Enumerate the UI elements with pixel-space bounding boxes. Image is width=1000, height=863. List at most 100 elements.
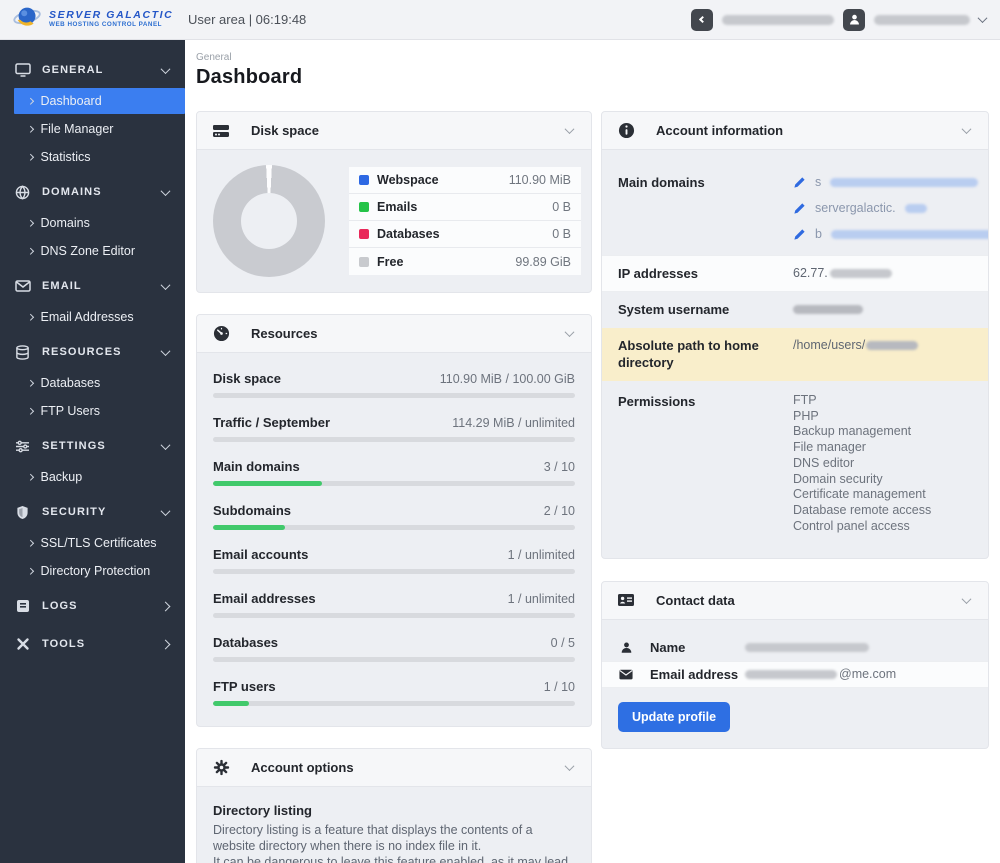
sidebar-section-security[interactable]: SECURITY [0, 496, 185, 528]
chevron-right-icon [27, 98, 33, 104]
chevron-down-icon [161, 346, 171, 356]
main-domains-row: Main domains s servergalactic. [602, 160, 988, 255]
collapse-chevron-icon[interactable] [565, 327, 575, 337]
collapse-chevron-icon[interactable] [962, 594, 972, 604]
chevron-down-icon [161, 64, 171, 74]
gear-icon [211, 759, 231, 776]
app-logo[interactable]: SERVER GALACTIC WEB HOSTING CONTROL PANE… [0, 2, 176, 37]
sidebar-item-file-manager[interactable]: File Manager [0, 116, 185, 142]
row-label: Email address [650, 667, 745, 682]
sidebar-item-label: Email Addresses [41, 310, 134, 324]
sidebar-item-backup[interactable]: Backup [0, 464, 185, 490]
legend-row-webspace: Webspace 110.90 MiB [349, 167, 581, 194]
pencil-icon [793, 228, 806, 241]
chevron-right-icon [27, 380, 33, 386]
sidebar-item-label: Backup [41, 470, 83, 484]
sidebar-section-general[interactable]: GENERAL [0, 54, 185, 86]
sidebar-section-logs[interactable]: LOGS [0, 590, 185, 622]
legend-value: 110.90 MiB [509, 173, 571, 187]
resource-row-email-addresses: Email addresses1 / unlimited [213, 591, 575, 618]
contact-name-row: Name [602, 634, 988, 661]
chevron-down-icon [161, 506, 171, 516]
domain-text: s [815, 174, 821, 191]
disk-space-card-header[interactable]: Disk space [197, 112, 591, 150]
chevron-right-icon [27, 474, 33, 480]
sidebar-item-databases[interactable]: Databases [0, 370, 185, 396]
domain-link[interactable]: s [793, 174, 989, 191]
sidebar-item-label: File Manager [41, 122, 114, 136]
sidebar-section-email[interactable]: EMAIL [0, 270, 185, 302]
chevron-right-icon [27, 568, 33, 574]
account-options-card-header[interactable]: Account options [197, 749, 591, 787]
collapse-chevron-icon[interactable] [962, 124, 972, 134]
id-card-icon [616, 593, 636, 607]
sliders-icon [14, 440, 31, 453]
sidebar-section-settings[interactable]: SETTINGS [0, 430, 185, 462]
account-information-card: Account information Main domains s [601, 111, 989, 559]
card-title: Account options [251, 760, 566, 775]
sidebar-section-resources[interactable]: RESOURCES [0, 336, 185, 368]
update-profile-button[interactable]: Update profile [618, 702, 730, 732]
resource-value: 114.29 MiB / unlimited [452, 416, 575, 430]
permissions-row: Permissions FTP PHP Backup management Fi… [602, 381, 988, 544]
sidebar-item-email-addresses[interactable]: Email Addresses [0, 304, 185, 330]
permission-item: DNS editor [793, 456, 972, 472]
resource-label: Email accounts [213, 547, 308, 562]
ip-addresses-row: IP addresses 62.77. [602, 255, 988, 293]
sidebar-section-tools[interactable]: TOOLS [0, 628, 185, 660]
account-information-card-header[interactable]: Account information [602, 112, 988, 150]
person-icon [848, 13, 861, 26]
webspace-color-swatch [359, 175, 369, 185]
sidebar-item-label: Databases [41, 376, 101, 390]
progress-bar [213, 481, 575, 486]
contact-data-card-header[interactable]: Contact data [602, 582, 988, 620]
resource-label: Subdomains [213, 503, 291, 518]
resource-value: 110.90 MiB / 100.00 GiB [440, 372, 575, 386]
redacted-account-text [722, 15, 834, 25]
resource-label: Disk space [213, 371, 281, 386]
resource-row-disk-space: Disk space 110.90 MiB / 100.00 GiB [213, 371, 575, 398]
sidebar-item-directory-protection[interactable]: Directory Protection [0, 558, 185, 584]
redacted-username [793, 305, 863, 314]
domain-link[interactable]: servergalactic. [793, 200, 989, 217]
sidebar-section-domains[interactable]: DOMAINS [0, 176, 185, 208]
row-label: Main domains [618, 174, 793, 192]
sidebar-item-domains[interactable]: Domains [0, 210, 185, 236]
chevron-right-icon [27, 314, 33, 320]
resource-value: 1 / 10 [544, 680, 575, 694]
resources-card-header[interactable]: Resources [197, 315, 591, 353]
feature-description-2: It can be dangerous to leave this featur… [213, 855, 575, 863]
log-file-icon [14, 599, 31, 613]
sidebar-item-dashboard[interactable]: Dashboard [14, 88, 185, 114]
sidebar-item-dns-zone-editor[interactable]: DNS Zone Editor [0, 238, 185, 264]
sidebar-item-ftp-users[interactable]: FTP Users [0, 398, 185, 424]
card-title: Account information [656, 123, 963, 138]
email-suffix: @me.com [839, 667, 896, 681]
chevron-down-icon[interactable] [978, 13, 988, 23]
disk-usage-legend: Webspace 110.90 MiB Emails 0 B Databases… [349, 167, 581, 275]
chevron-right-icon [27, 408, 33, 414]
feature-title: Directory listing [213, 803, 575, 818]
chevron-right-icon [27, 220, 33, 226]
resource-row-email-accounts: Email accounts 1 / unlimited [213, 547, 575, 574]
progress-bar [213, 657, 575, 662]
chevron-down-icon [161, 440, 171, 450]
logo-subtitle: WEB HOSTING CONTROL PANEL [49, 22, 173, 29]
sidebar-item-statistics[interactable]: Statistics [0, 144, 185, 170]
domain-link[interactable]: b [793, 226, 989, 243]
collapse-chevron-icon[interactable] [565, 124, 575, 134]
resource-row-ftp-users: FTP users1 / 10 [213, 679, 575, 706]
domain-text: b [815, 226, 822, 243]
sidebar-section-label: TOOLS [42, 638, 162, 650]
pencil-icon [793, 202, 806, 215]
redacted-domain [830, 178, 978, 187]
row-label: Name [650, 640, 745, 655]
legend-label: Free [377, 255, 515, 269]
user-menu-button[interactable] [843, 9, 865, 31]
collapse-chevron-icon[interactable] [565, 761, 575, 771]
system-username-row: System username [602, 292, 988, 328]
sidebar-item-ssl-tls-certificates[interactable]: SSL/TLS Certificates [0, 530, 185, 556]
resource-value: 1 / unlimited [508, 548, 575, 562]
permission-item: FTP [793, 393, 972, 409]
back-button[interactable] [691, 9, 713, 31]
